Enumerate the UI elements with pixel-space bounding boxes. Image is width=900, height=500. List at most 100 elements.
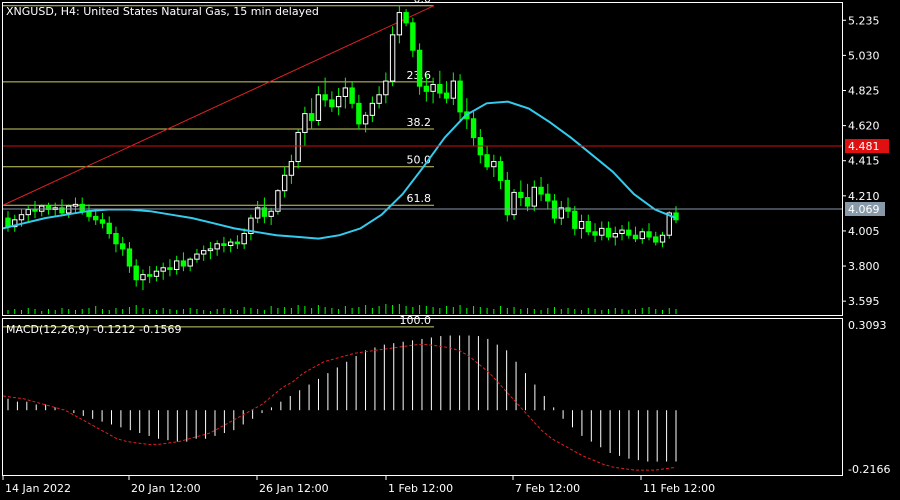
candle-body [99,219,106,224]
fib-level-label: 38.2 [407,116,432,129]
candle-body [140,274,146,281]
candle-body [430,83,436,92]
current-price-tag: 4.069 [848,203,880,216]
candle-body [5,217,11,228]
candle-body [234,241,241,245]
candle-body [592,231,598,236]
macd-histogram [7,335,677,462]
candle-body [639,231,645,240]
candle-body [605,227,612,238]
candle-body [524,197,531,207]
candle-body [72,203,79,207]
time-tick-label: 20 Jan 12:00 [131,482,201,495]
candle-body [126,248,133,267]
candle-body [349,87,355,104]
candle-body [383,80,389,96]
candle-body [491,161,497,168]
red-price-tag: 4.481 [848,140,880,153]
candle-body [362,114,369,125]
candle-body [221,243,227,246]
macd-axis-top: 0.3093 [848,319,887,332]
candle-body [545,193,551,202]
candle-body [356,102,362,125]
candle-body [565,207,571,212]
candle-body [518,191,524,199]
fib-level-label: 100.0 [400,314,432,327]
candle-body [167,267,173,270]
candle-body [585,221,591,233]
candle-body [511,191,517,216]
volume-bars [7,304,677,314]
candle-body [531,186,537,207]
candle-body [18,214,25,221]
candle-body [572,210,578,229]
price-tick-label: 3.800 [848,260,880,273]
candle-body [659,234,666,243]
candle-body [207,248,214,252]
candle-body [389,34,396,82]
candle-body [497,161,504,181]
candle-body [335,95,342,108]
candle-body [599,227,605,236]
price-tick-label: 5.030 [848,49,880,62]
candle-body [106,222,112,235]
candle-body [25,209,31,216]
candle-body [423,85,430,92]
candle-body [120,243,126,250]
time-tick-label: 11 Feb 12:00 [643,482,715,495]
fib-trend-line [2,5,435,206]
candle-body [66,205,72,214]
candle-body [437,83,443,94]
candle-body [484,154,490,168]
time-tick-label: 14 Jan 2022 [5,482,71,495]
candle-body [578,221,585,229]
candle-body [403,12,409,24]
candle-body [416,49,423,87]
candle-body [133,265,139,281]
candle-body [275,190,281,212]
candle-body [288,161,295,176]
price-tick-label: 5.235 [848,14,880,27]
candle-body [626,229,632,236]
time-tick-label: 26 Jan 12:00 [259,482,329,495]
candle-body [147,274,153,277]
candle-body [342,87,349,97]
candle-body [322,94,328,101]
candle-body [214,243,220,250]
candle-body [632,234,639,240]
candle-body [470,118,477,139]
time-tick-label: 1 Feb 12:00 [388,482,453,495]
macd-axis-bottom: -0.2166 [848,463,890,476]
candle-body [281,174,288,192]
price-tick-label: 4.210 [848,190,880,203]
macd-pane-frame [2,318,843,476]
fibonacci-retracement[interactable]: 0.023.638.250.061.8100.0 [2,0,435,328]
candle-body [180,260,187,267]
candle-body [646,231,652,238]
macd-signal-line [2,344,677,471]
candle-body [457,80,463,113]
candle-body [504,179,511,216]
candle-body [396,12,403,36]
candle-body [329,99,335,108]
time-tick-label: 7 Feb 12:00 [515,482,580,495]
price-tick-label: 4.825 [848,84,880,97]
candle-body [160,267,166,272]
price-axis: 5.235 5.030 4.825 4.620 4.415 4.210 4.005 3.800… [842,14,880,308]
candle-body [295,131,301,163]
candle-body [153,270,160,277]
candle-body [369,102,376,116]
candle-body [187,258,193,267]
candle-body [79,203,85,212]
candle-body [653,236,659,243]
trading-chart[interactable]: 0.023.638.250.061.8100.0 XNGUSD, H4: Uni… [0,0,900,500]
candle-body [376,94,382,104]
candle-body [268,210,274,217]
candle-body [443,92,450,99]
macd-label: MACD(12,26,9) -0.1212 -0.1569 [6,323,181,336]
candle-body [113,233,119,245]
candle-body [612,233,618,238]
time-axis: 14 Jan 2022 20 Jan 12:00 26 Jan 12:00 1 Feb… [2,475,715,495]
candle-body [194,253,200,260]
candle-body [227,241,234,246]
